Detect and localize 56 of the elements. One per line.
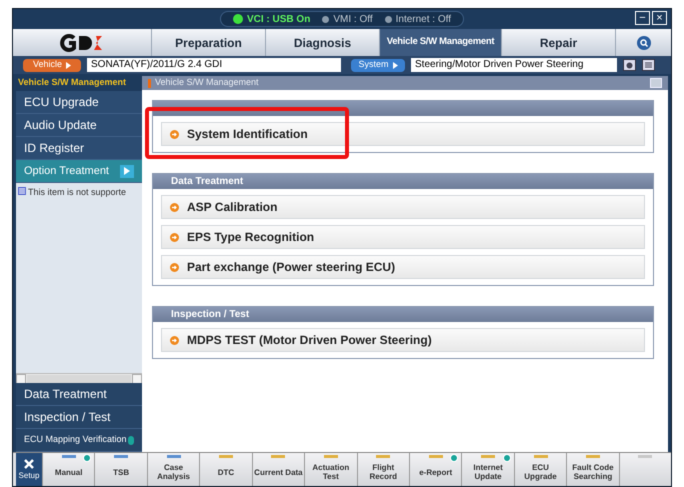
notice-text: This item is not supporte — [28, 186, 126, 199]
sidebar-item[interactable]: Data Treatment — [16, 383, 142, 406]
camera-icon[interactable] — [623, 59, 636, 71]
arrow-circle-icon — [170, 262, 179, 272]
toolbar-button[interactable]: Actuation Test — [304, 453, 357, 486]
menu-item[interactable]: EPS Type Recognition — [161, 225, 645, 249]
arrow-icon — [66, 62, 72, 68]
sidebar-item[interactable]: Option Treatment — [16, 160, 142, 183]
gds-logo — [60, 34, 104, 52]
close-button[interactable]: × — [652, 11, 667, 25]
toolbar-button[interactable]: e-Report — [408, 453, 462, 486]
internet-status: Internet : Off — [396, 12, 452, 26]
minimize-button[interactable]: − — [635, 11, 650, 25]
toolbar-button[interactable]: TSB — [94, 453, 147, 486]
list-icon — [18, 187, 26, 195]
section-header: Inspection / Test — [153, 307, 653, 322]
toolbar-button[interactable]: Internet Update — [461, 453, 514, 486]
toolbar-button[interactable]: Manual — [42, 453, 94, 486]
vci-status: VCI : USB On — [246, 12, 310, 26]
nav-tab[interactable]: Vehicle S/W Management — [379, 29, 501, 56]
vmi-status: VMI : Off — [333, 12, 373, 26]
search-icon[interactable] — [636, 36, 650, 50]
setup-button[interactable]: Setup — [16, 453, 42, 486]
menu-item[interactable]: Part exchange (Power steering ECU) — [161, 255, 645, 279]
vmi-led-icon — [322, 16, 330, 22]
breadcrumb-text: Vehicle S/W Management — [155, 76, 259, 90]
arrow-icon — [392, 62, 398, 68]
menu-item[interactable]: ASP Calibration — [161, 195, 645, 219]
sidebar-title: Vehicle S/W Management — [16, 76, 142, 91]
arrow-circle-icon — [170, 336, 179, 344]
sidebar-item[interactable]: ECU Mapping Verification — [16, 429, 142, 452]
breadcrumb-marker-icon — [148, 78, 151, 88]
info-badge-icon — [450, 454, 458, 462]
vehicle-field: SONATA(YF)/2011/G 2.4 GDI — [87, 58, 341, 72]
arrow-circle-icon — [170, 202, 179, 212]
toolbar-button[interactable]: Flight Record — [356, 453, 409, 486]
internet-led-icon — [384, 16, 392, 22]
arrow-circle-icon — [170, 130, 179, 138]
toolbar-button[interactable]: ECU Upgrade — [514, 453, 566, 486]
menu-item[interactable]: MDPS TEST (Motor Driven Power Steering) — [161, 328, 645, 352]
system-field: Steering/Motor Driven Power Steering — [411, 58, 617, 72]
sidebar-item[interactable]: Inspection / Test — [16, 406, 142, 429]
toolbar-button[interactable]: DTC — [199, 453, 252, 486]
tools-icon — [23, 458, 35, 470]
info-icon — [128, 436, 134, 444]
toolbar-button[interactable]: Current Data — [252, 453, 304, 486]
info-badge-icon — [83, 454, 92, 462]
toolbar-button[interactable]: Fault Code Searching — [566, 453, 619, 486]
section-header: Data Treatment — [153, 174, 653, 189]
info-badge-icon — [502, 454, 511, 462]
arrow-circle-icon — [170, 232, 179, 242]
system-button[interactable]: System — [351, 58, 405, 72]
menu-item[interactable]: System Identification — [161, 122, 645, 146]
horizontal-scrollbar[interactable] — [16, 373, 142, 383]
toolbar-button[interactable]: Case Analysis — [146, 453, 200, 486]
settings-panel-icon[interactable] — [642, 59, 655, 71]
